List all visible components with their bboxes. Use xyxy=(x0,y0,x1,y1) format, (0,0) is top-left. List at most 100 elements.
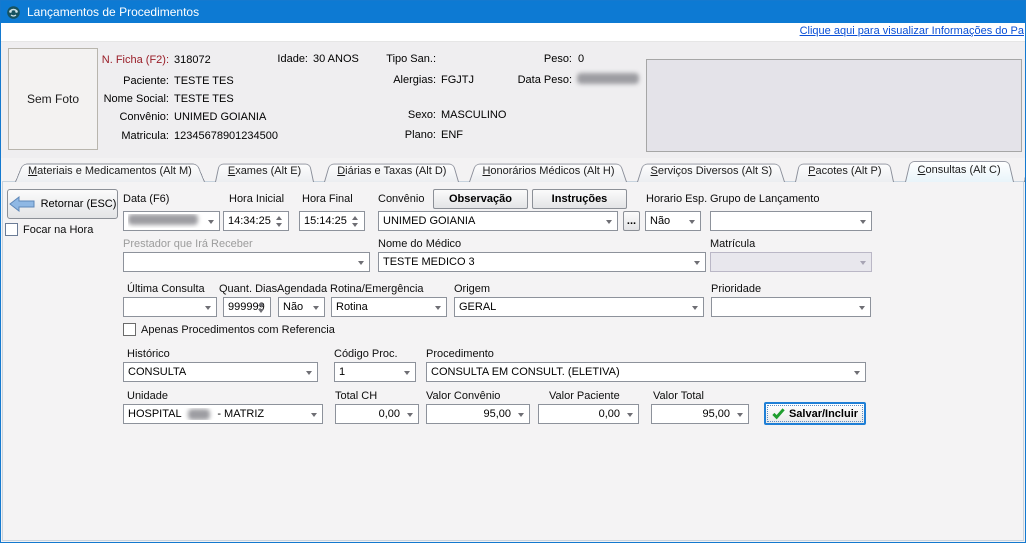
prioridade-combo[interactable] xyxy=(711,297,871,317)
tab-strip: Materiais e Medicamentos (Alt M) Exames … xyxy=(15,159,1026,182)
procedures-window: Lançamentos de Procedimentos Clique aqui… xyxy=(0,0,1026,543)
prioridade-label: Prioridade xyxy=(711,283,761,295)
convenio-ellipsis-button[interactable]: ... xyxy=(623,211,640,231)
ultima-consulta-label: Última Consulta xyxy=(127,283,205,295)
spin-up-icon[interactable] xyxy=(352,216,358,220)
grupo-lancamento-combo[interactable] xyxy=(710,211,872,231)
valor-convenio-label: Valor Convênio xyxy=(426,390,500,402)
rotina-emergencia-combo[interactable]: Rotina xyxy=(331,297,447,317)
historico-combo[interactable]: CONSULTA xyxy=(123,362,318,382)
nome-medico-combo[interactable]: TESTE MEDICO 3 xyxy=(378,252,706,272)
checkbox-box[interactable] xyxy=(5,223,18,236)
dropdown-arrow-icon[interactable] xyxy=(606,220,612,224)
dropdown-arrow-icon[interactable] xyxy=(860,220,866,224)
procedimento-combo[interactable]: CONSULTA EM CONSULT. (ELETIVA) xyxy=(426,362,866,382)
convenio-header-value: UNIMED GOIANIA xyxy=(174,111,266,123)
valor-paciente-label: Valor Paciente xyxy=(549,390,620,402)
horario-esp-label: Horario Esp. xyxy=(646,193,707,205)
dropdown-arrow-icon[interactable] xyxy=(518,413,524,417)
tab-consultas[interactable]: Consultas (Alt C) xyxy=(905,159,1014,182)
codigo-proc-combo[interactable]: 1 xyxy=(334,362,416,382)
valor-convenio-combo[interactable]: 95,00 xyxy=(426,404,530,424)
patient-info-link[interactable]: Clique aqui para visualizar Informações … xyxy=(800,25,1024,37)
apenas-referencia-label: Apenas Procedimentos com Referencia xyxy=(141,324,335,336)
checkbox-box[interactable] xyxy=(123,323,136,336)
tab-diarias-taxas[interactable]: Diárias e Taxas (Alt D) xyxy=(324,162,459,182)
codigo-proc-label: Código Proc. xyxy=(334,348,398,360)
hora-final-spinner[interactable]: 15:14:25 xyxy=(299,211,365,231)
link-bar: Clique aqui para visualizar Informações … xyxy=(1,23,1025,42)
convenio-header-label: Convênio: xyxy=(61,111,169,123)
dropdown-arrow-icon[interactable] xyxy=(854,371,860,375)
observacao-button[interactable]: Observação xyxy=(433,189,528,209)
tab-honorarios-medicos[interactable]: Honorários Médicos (Alt H) xyxy=(469,162,627,182)
quant-dias-spinner[interactable]: 999999 xyxy=(223,297,271,317)
total-ch-label: Total CH xyxy=(335,390,377,402)
salvar-incluir-button[interactable]: Salvar/Incluir xyxy=(764,402,866,425)
dropdown-arrow-icon[interactable] xyxy=(313,306,319,310)
dropdown-arrow-icon[interactable] xyxy=(306,371,312,375)
spin-down-icon[interactable] xyxy=(258,309,264,313)
rotina-emergencia-label: Rotina/Emergência xyxy=(330,283,424,295)
grupo-lancamento-label: Grupo de Lançamento xyxy=(710,193,819,205)
data-peso-label: Data Peso: xyxy=(472,74,572,86)
valor-paciente-combo[interactable]: 0,00 xyxy=(538,404,639,424)
agendada-combo[interactable]: Não xyxy=(278,297,325,317)
dropdown-arrow-icon[interactable] xyxy=(311,413,317,417)
matricula-header-value: 12345678901234500 xyxy=(174,130,278,142)
prestador-combo[interactable] xyxy=(123,252,370,272)
dropdown-arrow-icon[interactable] xyxy=(205,306,211,310)
spin-down-icon[interactable] xyxy=(352,223,358,227)
total-ch-combo[interactable]: 0,00 xyxy=(335,404,419,424)
tab-servicos-diversos[interactable]: Serviços Diversos (Alt S) xyxy=(637,162,785,182)
tab-exames[interactable]: Exames (Alt E) xyxy=(215,162,314,182)
origem-label: Origem xyxy=(454,283,490,295)
dropdown-arrow-icon[interactable] xyxy=(694,261,700,265)
instrucoes-button[interactable]: Instruções xyxy=(532,189,627,209)
plano-label: Plano: xyxy=(336,129,436,141)
dropdown-arrow-icon[interactable] xyxy=(627,413,633,417)
dropdown-arrow-icon[interactable] xyxy=(435,306,441,310)
ultima-consulta-combo[interactable] xyxy=(123,297,217,317)
agendada-label: Agendada xyxy=(277,283,327,295)
data-f6-combo[interactable] xyxy=(123,211,220,231)
dropdown-arrow-icon[interactable] xyxy=(689,220,695,224)
data-f6-redacted-value xyxy=(128,214,198,225)
paciente-value: TESTE TES xyxy=(174,75,234,87)
dropdown-arrow-icon[interactable] xyxy=(358,261,364,265)
focar-na-hora-checkbox[interactable]: Focar na Hora xyxy=(5,223,93,236)
spin-up-icon[interactable] xyxy=(258,302,264,306)
unidade-combo[interactable]: HOSPITAL - MATRIZ xyxy=(123,404,323,424)
horario-esp-combo[interactable]: Não xyxy=(645,211,701,231)
idade-label: Idade: xyxy=(274,53,308,65)
tab-materiais-medicamentos[interactable]: Materiais e Medicamentos (Alt M) xyxy=(15,162,205,182)
app-icon xyxy=(6,5,21,20)
unidade-label: Unidade xyxy=(127,390,168,402)
valor-total-label: Valor Total xyxy=(653,390,704,402)
dropdown-arrow-icon[interactable] xyxy=(407,413,413,417)
title-bar: Lançamentos de Procedimentos xyxy=(1,1,1025,23)
prestador-label: Prestador que Irá Receber xyxy=(123,238,253,250)
spin-up-icon[interactable] xyxy=(276,216,282,220)
valor-total-combo[interactable]: 95,00 xyxy=(651,404,749,424)
dropdown-arrow-icon[interactable] xyxy=(404,371,410,375)
procedimento-label: Procedimento xyxy=(426,348,494,360)
ficha-label: N. Ficha (F2): xyxy=(61,54,169,66)
apenas-referencia-checkbox[interactable]: Apenas Procedimentos com Referencia xyxy=(123,323,335,336)
matricula-combo xyxy=(710,252,872,272)
hora-inicial-spinner[interactable]: 14:34:25 xyxy=(223,211,289,231)
dropdown-arrow-icon[interactable] xyxy=(692,306,698,310)
data-peso-redacted-value xyxy=(577,73,639,84)
spin-down-icon[interactable] xyxy=(276,223,282,227)
unidade-redacted-value xyxy=(188,409,210,420)
dropdown-arrow-icon[interactable] xyxy=(208,220,214,224)
nome-social-label: Nome Social: xyxy=(61,93,169,105)
nome-medico-label: Nome do Médico xyxy=(378,238,461,250)
nome-social-value: TESTE TES xyxy=(174,93,234,105)
tab-pacotes[interactable]: Pacotes (Alt P) xyxy=(795,162,894,182)
dropdown-arrow-icon[interactable] xyxy=(737,413,743,417)
retornar-button[interactable]: Retornar (ESC) xyxy=(7,189,118,219)
convenio-combo[interactable]: UNIMED GOIANIA xyxy=(378,211,618,231)
dropdown-arrow-icon[interactable] xyxy=(859,306,865,310)
origem-combo[interactable]: GERAL xyxy=(454,297,704,317)
